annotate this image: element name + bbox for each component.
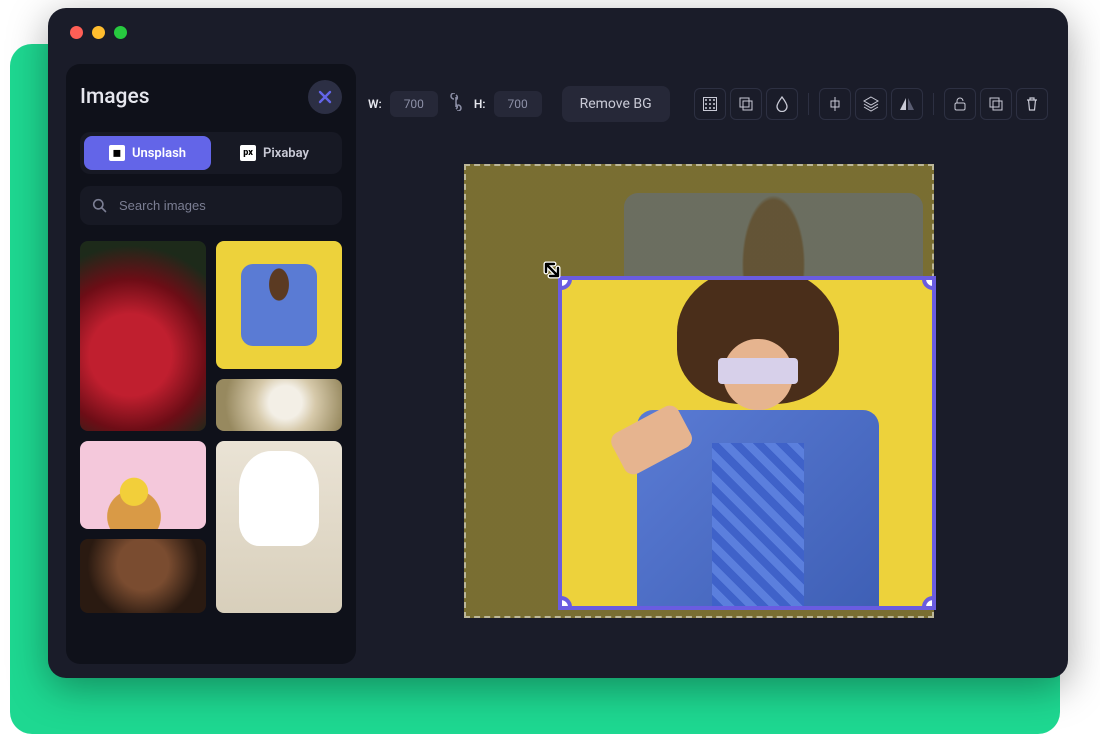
position-button[interactable] (694, 88, 726, 120)
minimize-window-icon[interactable] (92, 26, 105, 39)
unlock-button[interactable] (944, 88, 976, 120)
close-window-icon[interactable] (70, 26, 83, 39)
search-box[interactable] (80, 186, 342, 225)
duplicate-button[interactable] (980, 88, 1012, 120)
width-label: W: (368, 97, 382, 111)
duplicate-icon (988, 96, 1004, 112)
image-grid (80, 241, 342, 613)
unlock-icon (952, 96, 968, 112)
flip-horizontal-button[interactable] (891, 88, 923, 120)
layers-icon (863, 96, 879, 112)
flip-horizontal-icon (899, 96, 915, 112)
close-panel-button[interactable] (308, 80, 342, 114)
remove-bg-button[interactable]: Remove BG (562, 86, 670, 122)
toolbar-divider (808, 93, 809, 115)
object-toolbar (694, 88, 1048, 120)
color-droplet-button[interactable] (766, 88, 798, 120)
crop-icon (738, 96, 754, 112)
thumbnail-portrait[interactable] (80, 539, 206, 613)
resize-handle-bl[interactable] (558, 596, 572, 610)
layers-button[interactable] (855, 88, 887, 120)
resize-handle-br[interactable] (922, 596, 936, 610)
thumbnail-woman-towel[interactable] (216, 441, 342, 613)
tab-unsplash[interactable]: ◼ Unsplash (84, 136, 211, 170)
droplet-icon (774, 96, 790, 112)
maximize-window-icon[interactable] (114, 26, 127, 39)
align-middle-button[interactable] (819, 88, 851, 120)
delete-button[interactable] (1016, 88, 1048, 120)
thumbnail-dog-yellow-hat[interactable] (80, 441, 206, 529)
thumbnail-white-flower[interactable] (216, 379, 342, 431)
toolbar-divider (933, 93, 934, 115)
unsplash-icon: ◼ (109, 145, 125, 161)
selected-image (614, 280, 903, 606)
link-dimensions-icon[interactable] (446, 93, 466, 115)
search-icon (92, 198, 107, 213)
resize-handle-tl[interactable] (558, 276, 572, 290)
selection-box[interactable] (558, 276, 936, 610)
position-icon (702, 96, 718, 112)
crop-button[interactable] (730, 88, 762, 120)
tab-pixabay[interactable]: px Pixabay (211, 136, 338, 170)
align-middle-icon (827, 96, 843, 112)
resize-handle-tr[interactable] (922, 276, 936, 290)
thumbnail-person-sunglasses[interactable] (216, 241, 342, 369)
height-input[interactable]: 700 (494, 91, 542, 117)
thumbnail-pomegranate[interactable] (80, 241, 206, 431)
search-input[interactable] (117, 197, 330, 214)
tab-label: Pixabay (263, 146, 309, 161)
trash-icon (1024, 96, 1040, 112)
source-tabs: ◼ Unsplash px Pixabay (80, 132, 342, 174)
panel-title: Images (80, 85, 150, 109)
close-icon (317, 89, 333, 105)
images-panel: Images ◼ Unsplash px Pixabay (66, 64, 356, 664)
window-controls (70, 26, 127, 39)
panel-header: Images (80, 80, 342, 114)
canvas[interactable] (464, 164, 934, 618)
top-toolbar: W: 700 H: 700 Remove BG (368, 86, 1048, 122)
pixabay-icon: px (240, 145, 256, 161)
app-window: Images ◼ Unsplash px Pixabay (48, 8, 1068, 678)
height-label: H: (474, 97, 486, 111)
width-input[interactable]: 700 (390, 91, 438, 117)
tab-label: Unsplash (132, 146, 186, 161)
